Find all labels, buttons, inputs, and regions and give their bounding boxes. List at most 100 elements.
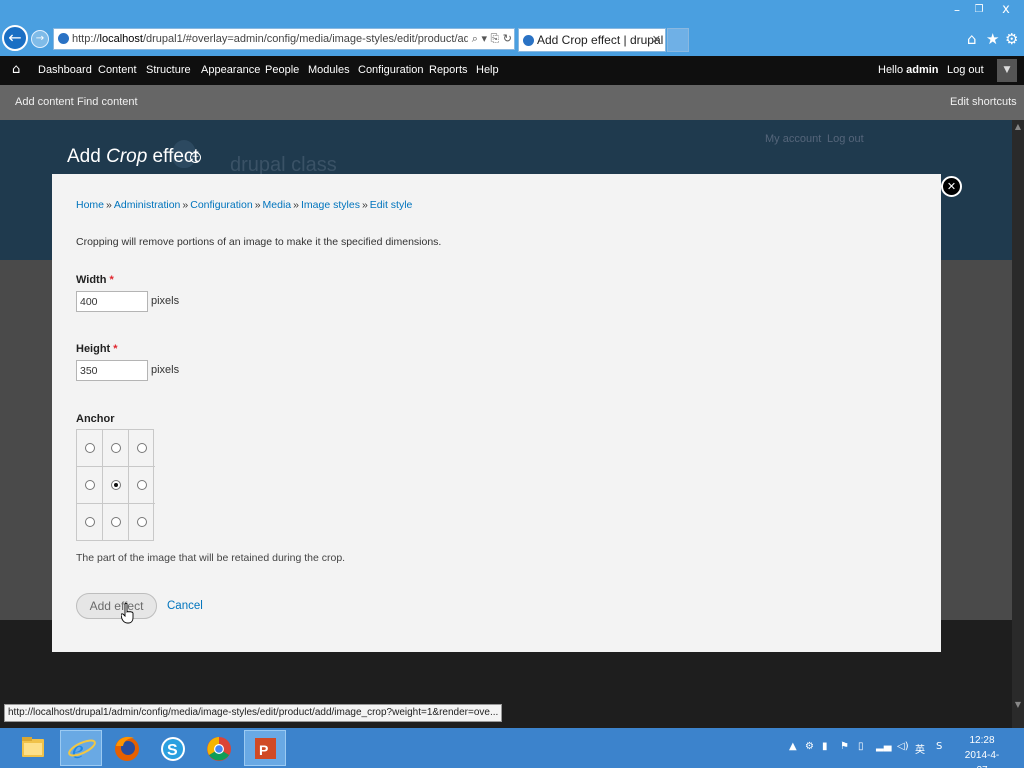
tray-device-icon[interactable]: ▯	[858, 741, 864, 752]
width-label-text: Width	[76, 274, 107, 286]
hand-cursor-icon	[121, 603, 134, 624]
tray-expand-icon[interactable]: ▲	[789, 741, 797, 752]
menu-dashboard[interactable]: Dashboard	[38, 64, 92, 76]
breadcrumb-separator: »	[182, 199, 189, 211]
chrome-icon	[207, 737, 231, 761]
scroll-up-arrow-icon[interactable]: ▲	[1012, 122, 1024, 131]
menu-reports[interactable]: Reports	[429, 64, 468, 76]
menu-help[interactable]: Help	[476, 64, 499, 76]
forward-button[interactable]: →	[31, 30, 49, 48]
breadcrumb-home[interactable]: Home	[76, 199, 104, 211]
breadcrumb-image-styles[interactable]: Image styles	[301, 199, 360, 211]
taskbar-powerpoint[interactable]: P	[244, 730, 286, 766]
skype-icon: S	[161, 737, 185, 761]
tab-title: Add Crop effect | drupal ...	[537, 33, 666, 47]
taskbar-chrome[interactable]	[198, 730, 240, 766]
tray-s-app-icon[interactable]: S	[936, 741, 942, 752]
svg-text:P: P	[259, 742, 268, 758]
anchor-radio[interactable]	[85, 517, 95, 527]
username[interactable]: admin	[906, 64, 938, 76]
volume-icon[interactable]: ◁)	[897, 741, 909, 752]
required-marker: *	[113, 343, 118, 355]
anchor-left-top[interactable]	[77, 430, 103, 467]
anchor-center-top[interactable]	[103, 430, 129, 467]
anchor-center-center[interactable]	[103, 467, 129, 504]
tab-add-crop-effect[interactable]: Add Crop effect | drupal ... ✕	[518, 28, 666, 52]
width-label: Width *	[76, 274, 114, 286]
internet-explorer-icon: e	[68, 735, 96, 764]
dialog-close-icon[interactable]: ✕	[941, 176, 962, 197]
folder-icon	[22, 737, 44, 757]
browser-nav-bar: ← → http://localhost/drupal1/#overlay=ad…	[0, 22, 1024, 56]
height-label-text: Height	[76, 343, 111, 355]
shortcut-add-content[interactable]: Add content	[15, 96, 74, 108]
width-suffix: pixels	[151, 295, 180, 307]
anchor-radio[interactable]	[111, 517, 121, 527]
breadcrumb-administration[interactable]: Administration	[114, 199, 181, 211]
anchor-left-bottom[interactable]	[77, 504, 103, 541]
hello-prefix: Hello	[878, 64, 907, 76]
taskbar-clock[interactable]: 12:28 2014-4-27	[960, 733, 1004, 768]
taskbar-skype[interactable]: S	[152, 730, 194, 766]
address-prefix: http://	[72, 33, 100, 45]
firefox-icon	[115, 736, 139, 761]
toolbar-logout-link[interactable]: Log out	[947, 64, 984, 76]
window-title-bar	[0, 0, 1024, 22]
powerpoint-icon: P	[255, 738, 276, 759]
menu-modules[interactable]: Modules	[308, 64, 350, 76]
scroll-down-arrow-icon[interactable]: ▼	[1012, 700, 1024, 709]
required-marker: *	[109, 274, 114, 286]
toolbar-home-icon[interactable]: ⌂	[12, 62, 20, 77]
menu-content[interactable]: Content	[98, 64, 137, 76]
clock-time: 12:28	[969, 735, 995, 746]
toolbar-toggle-button[interactable]: ▼	[997, 59, 1017, 82]
height-input[interactable]	[76, 360, 148, 381]
cancel-link[interactable]: Cancel	[167, 600, 203, 612]
tray-app-icon[interactable]: ⚙	[805, 741, 814, 752]
tray-battery-icon[interactable]: ▮	[822, 741, 828, 752]
width-input[interactable]	[76, 291, 148, 312]
edit-shortcuts-link[interactable]: Edit shortcuts	[950, 96, 1017, 108]
anchor-radio[interactable]	[85, 443, 95, 453]
back-button[interactable]: ←	[2, 25, 28, 51]
address-tools-icons[interactable]: ⌕ ▾ ⎘ ↻	[467, 29, 512, 49]
menu-appearance[interactable]: Appearance	[201, 64, 260, 76]
anchor-radio[interactable]	[137, 517, 147, 527]
anchor-radio[interactable]	[137, 480, 147, 490]
breadcrumb-edit-style[interactable]: Edit style	[370, 199, 413, 211]
taskbar-file-explorer[interactable]	[12, 730, 54, 766]
address-path: /drupal1/#overlay=admin/config/media/ima…	[142, 33, 488, 45]
network-signal-icon[interactable]: ▂▄	[876, 741, 891, 752]
action-center-flag-icon[interactable]: ⚑	[840, 741, 849, 752]
page-scrollbar[interactable]	[1012, 120, 1024, 728]
anchor-right-center[interactable]	[129, 467, 155, 504]
anchor-radio[interactable]	[85, 480, 95, 490]
anchor-radio-selected[interactable]	[111, 480, 121, 490]
clock-date: 2014-4-27	[964, 750, 1000, 768]
anchor-radio[interactable]	[111, 443, 121, 453]
add-effect-button[interactable]: Add effect	[76, 593, 157, 619]
home-icon[interactable]: ⌂	[967, 30, 977, 48]
anchor-center-bottom[interactable]	[103, 504, 129, 541]
anchor-right-bottom[interactable]	[129, 504, 155, 541]
new-tab-button[interactable]	[667, 28, 689, 52]
anchor-right-top[interactable]	[129, 430, 155, 467]
input-language-icon[interactable]: 英	[915, 741, 925, 756]
taskbar-internet-explorer[interactable]: e	[60, 730, 102, 766]
add-to-shortcuts-icon[interactable]: +	[190, 152, 201, 163]
anchor-radio[interactable]	[137, 443, 147, 453]
breadcrumb-configuration[interactable]: Configuration	[190, 199, 252, 211]
address-bar[interactable]: http://localhost/drupal1/#overlay=admin/…	[53, 28, 515, 50]
menu-structure[interactable]: Structure	[146, 64, 191, 76]
settings-gear-icon[interactable]: ⚙	[1005, 30, 1018, 48]
menu-people[interactable]: People	[265, 64, 299, 76]
menu-configuration[interactable]: Configuration	[358, 64, 423, 76]
favorites-star-icon[interactable]: ★	[986, 30, 999, 48]
tab-close-icon[interactable]: ✕	[652, 29, 661, 51]
shortcut-find-content[interactable]: Find content	[77, 96, 138, 108]
anchor-left-center[interactable]	[77, 467, 103, 504]
taskbar-firefox[interactable]	[106, 730, 148, 766]
close-window-button[interactable]: x	[988, 0, 1024, 20]
breadcrumb-media[interactable]: Media	[263, 199, 292, 211]
bg-logout-link: Log out	[827, 133, 864, 145]
